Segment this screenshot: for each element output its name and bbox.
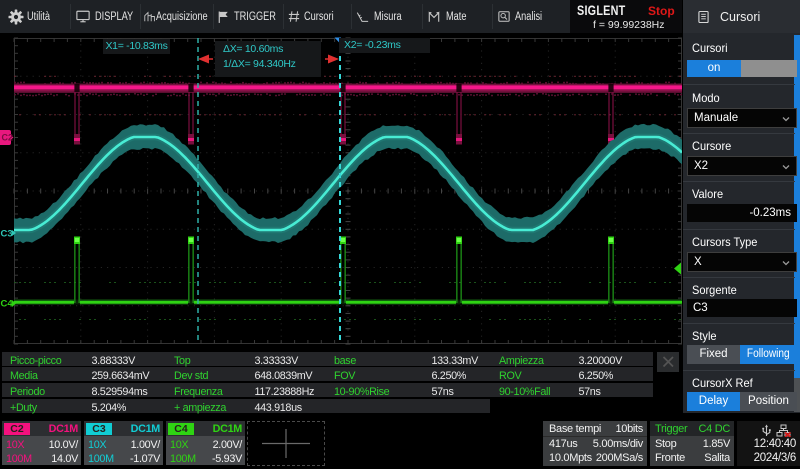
svg-text:C3: C3 (1, 229, 13, 240)
svg-text:C2: C2 (2, 133, 14, 143)
svg-text:C4: C4 (1, 299, 14, 310)
